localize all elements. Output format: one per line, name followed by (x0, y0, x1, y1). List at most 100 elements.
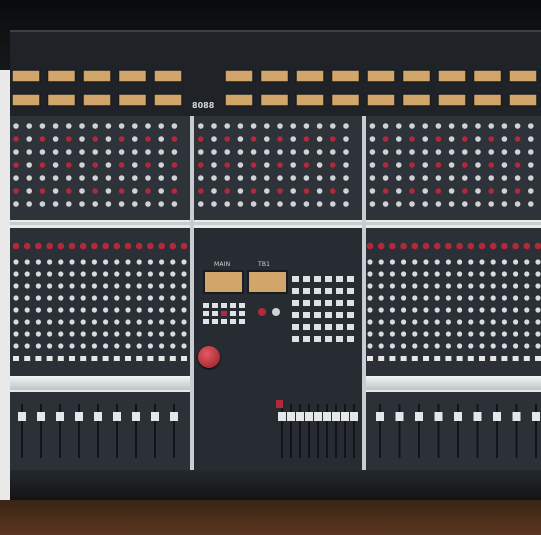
knob (237, 123, 244, 129)
knob (524, 343, 530, 349)
knob (132, 201, 138, 207)
switch (378, 356, 385, 361)
knob (330, 162, 336, 168)
knob (513, 295, 519, 301)
knob (423, 283, 429, 289)
knob (211, 123, 217, 129)
knob (423, 307, 429, 313)
knob (35, 259, 42, 265)
knob (396, 175, 402, 181)
route-button (303, 336, 310, 342)
knob (412, 295, 418, 301)
knob (170, 295, 176, 301)
knob (13, 283, 19, 289)
knob (26, 136, 32, 142)
switch (490, 356, 497, 361)
knob (528, 201, 534, 207)
knob (422, 188, 429, 194)
switch (80, 356, 87, 361)
knob (264, 136, 270, 142)
knob (52, 136, 59, 142)
fader-cap (332, 412, 340, 421)
center-button (203, 311, 209, 316)
knob (13, 149, 19, 155)
knob (468, 307, 474, 313)
route-button (336, 288, 343, 294)
knob (535, 343, 541, 349)
knob (114, 283, 120, 289)
knob (211, 201, 217, 207)
knob (434, 307, 440, 313)
switch (445, 356, 452, 361)
route-button (347, 288, 354, 294)
knob (125, 307, 131, 313)
knob (105, 201, 112, 207)
knob (435, 136, 442, 142)
knob (445, 283, 451, 289)
knob (158, 123, 164, 129)
knob (513, 271, 519, 277)
knob (250, 188, 257, 194)
knob (114, 271, 120, 277)
knob (330, 149, 336, 155)
knob (147, 307, 153, 313)
red-knob (12, 242, 20, 250)
knob (490, 259, 496, 265)
knob (457, 259, 463, 265)
knob (92, 175, 98, 181)
knob (132, 149, 138, 155)
knob (66, 201, 72, 207)
knob (535, 271, 541, 277)
knob (39, 162, 46, 168)
knob (448, 188, 455, 194)
vu-meter (224, 93, 254, 107)
knob (330, 136, 336, 142)
center-button (212, 311, 218, 316)
knob (250, 123, 257, 129)
knob (524, 319, 530, 325)
switch (57, 356, 64, 361)
route-button (314, 324, 321, 330)
knob (445, 343, 451, 349)
knob (488, 175, 495, 181)
knob (501, 307, 507, 313)
knob (181, 343, 187, 349)
knob (125, 295, 131, 301)
vu-meter (401, 69, 432, 83)
knob (13, 201, 19, 207)
knob (490, 319, 496, 325)
knob (264, 188, 270, 194)
knob (409, 201, 415, 207)
fader-cap (94, 412, 102, 421)
knob (52, 149, 59, 155)
knob (24, 283, 30, 289)
vu-meter (82, 69, 112, 83)
fader-cap (75, 412, 83, 421)
knob (26, 149, 32, 155)
knob (145, 188, 151, 194)
knob (382, 162, 389, 168)
knob (277, 201, 283, 207)
knob (435, 201, 442, 207)
knob (58, 319, 64, 325)
knob (170, 283, 176, 289)
vu-meter (366, 69, 396, 83)
route-button (303, 276, 310, 282)
knob (105, 162, 112, 168)
knob (92, 188, 98, 194)
knob (422, 175, 429, 181)
knob (13, 271, 19, 277)
knob (343, 123, 349, 129)
route-button (325, 288, 332, 294)
knob (303, 201, 310, 207)
knob (528, 149, 534, 155)
fader-cap (395, 412, 404, 421)
knob (479, 259, 485, 265)
knob (52, 201, 59, 207)
knob (69, 331, 75, 337)
upper-knob-grid (13, 123, 534, 207)
knob (513, 331, 519, 337)
knob (91, 259, 97, 265)
knob (91, 271, 97, 277)
knob (514, 136, 521, 142)
